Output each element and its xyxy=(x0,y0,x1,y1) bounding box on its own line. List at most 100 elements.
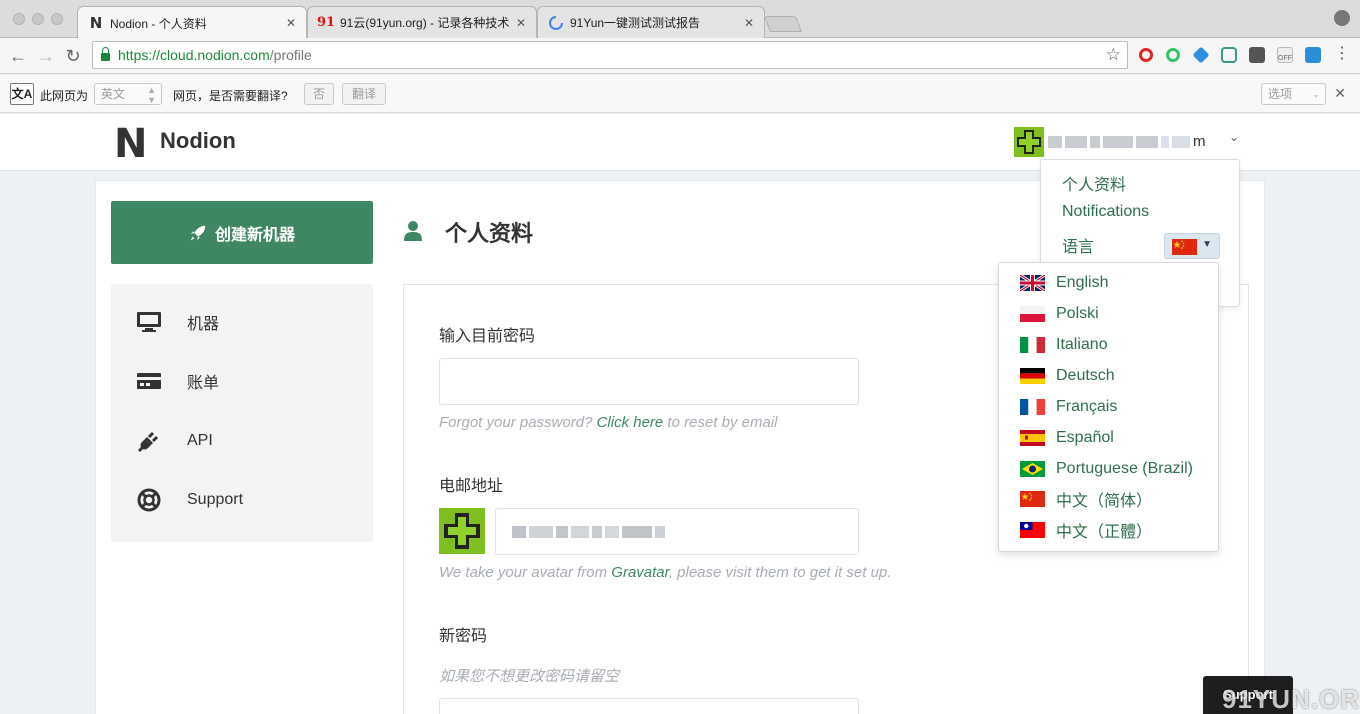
sidebar-item-support[interactable]: Support xyxy=(111,480,373,520)
language-option-portuguese-brazil[interactable]: Portuguese (Brazil) xyxy=(999,455,1220,483)
chevron-down-icon[interactable]: ⌄ xyxy=(1229,130,1239,144)
reset-password-link[interactable]: Click here xyxy=(597,414,664,431)
browser-profile-icon[interactable] xyxy=(1334,10,1350,26)
language-option-espanol[interactable]: Español xyxy=(999,424,1220,452)
source-language-value: 英文 xyxy=(101,87,126,101)
tab-91yun[interactable]: 91 91云(91yun.org) - 记录各种技术 ✕ xyxy=(307,6,537,38)
dark-extension-icon[interactable] xyxy=(1249,47,1265,63)
user-icon xyxy=(404,221,422,241)
language-toggle-button[interactable]: ▼ xyxy=(1164,233,1220,259)
user-name-redacted[interactable]: m xyxy=(1048,133,1206,150)
menu-item-notifications[interactable]: Notifications xyxy=(1062,203,1149,221)
menu-kebab-icon[interactable]: ⋮ xyxy=(1334,46,1350,63)
language-label: Español xyxy=(1056,429,1114,446)
tab-close-icon[interactable]: ✕ xyxy=(516,16,526,30)
brazil-flag-icon xyxy=(1020,461,1045,477)
sidebar-item-label: API xyxy=(187,432,213,449)
language-option-polski[interactable]: Polski xyxy=(999,300,1220,328)
tab-title: 91Yun一键测试测试报告 xyxy=(570,16,701,30)
sidebar-item-label: 机器 xyxy=(187,316,220,333)
create-machine-label: 创建新机器 xyxy=(214,226,295,244)
new-tab-button[interactable] xyxy=(764,16,802,32)
browser-toolbar: ← → ↻ https://cloud.nodion.com/profile ☆… xyxy=(0,38,1360,74)
poland-flag-icon xyxy=(1020,306,1045,322)
gravatar-suffix: , please visit them to get it set up. xyxy=(668,564,892,581)
lifebuoy-icon xyxy=(136,487,162,513)
window-close-dot[interactable] xyxy=(13,13,25,25)
tab-close-icon[interactable]: ✕ xyxy=(286,16,296,30)
language-label: 中文（正體） xyxy=(1056,524,1153,541)
language-label: English xyxy=(1056,274,1109,291)
translate-bar: 文A 此网页为 英文 ▲ ▼ 网页，是否需要翻译? 否 翻译 选项 ⌄ ✕ xyxy=(0,75,1360,113)
language-label: Polski xyxy=(1056,305,1099,322)
gravatar-help: We take your avatar from Gravatar, pleas… xyxy=(439,564,891,581)
sidebar-item-billing[interactable]: 账单 xyxy=(111,361,373,401)
language-option-deutsch[interactable]: Deutsch xyxy=(999,362,1220,390)
credit-card-icon xyxy=(136,368,162,394)
opera-extension-icon[interactable] xyxy=(1139,48,1153,62)
no-button[interactable]: 否 xyxy=(304,83,334,105)
language-option-chinese-traditional[interactable]: 中文（正體） xyxy=(999,516,1220,544)
source-language-select[interactable]: 英文 ▲ ▼ xyxy=(94,83,162,105)
url-path: /profile xyxy=(269,47,312,63)
sidebar-item-machines[interactable]: 机器 xyxy=(111,302,373,342)
menu-item-profile[interactable]: 个人资料 xyxy=(1062,171,1126,195)
nodion-logo[interactable]: N xyxy=(114,124,148,164)
france-flag-icon xyxy=(1020,399,1045,415)
chat-extension-icon[interactable] xyxy=(1221,47,1237,63)
sidebar-item-label: Support xyxy=(187,491,244,508)
watermark: 91YUN.ORG xyxy=(1222,684,1360,714)
green-circle-extension-icon[interactable] xyxy=(1166,48,1180,62)
forgot-prefix: Forgot your password? xyxy=(439,414,597,431)
address-bar[interactable]: https://cloud.nodion.com/profile ☆ xyxy=(92,41,1128,69)
language-dropdown: English Polski Italiano Deutsch Français… xyxy=(998,262,1219,552)
chevron-down-icon: ⌄ xyxy=(1312,89,1320,99)
options-select[interactable]: 选项 ⌄ xyxy=(1261,83,1326,105)
forward-arrow-icon[interactable]: → xyxy=(36,46,56,66)
tab-nodion-profile[interactable]: N Nodion - 个人资料 ✕ xyxy=(77,6,307,39)
tab-91yun-report[interactable]: 91Yun一键测试测试报告 ✕ xyxy=(537,6,765,38)
off-extension-icon[interactable]: OFF xyxy=(1277,47,1293,63)
translate-button[interactable]: 翻译 xyxy=(342,83,386,105)
current-password-input[interactable] xyxy=(439,358,859,405)
menu-item-language: 语言 xyxy=(1062,239,1095,256)
blue-diamond-extension-icon[interactable] xyxy=(1192,46,1210,64)
language-label: Italiano xyxy=(1056,336,1108,353)
tab-close-icon[interactable]: ✕ xyxy=(744,16,754,30)
translate-prefix: 此网页为 xyxy=(40,89,89,103)
email-label: 电邮地址 xyxy=(439,478,504,495)
plug-icon xyxy=(136,428,162,454)
nodion-favicon-icon: N xyxy=(89,14,103,32)
language-option-francais[interactable]: Français xyxy=(999,393,1220,421)
options-label: 选项 xyxy=(1268,87,1293,101)
lock-icon xyxy=(101,47,110,61)
language-option-italiano[interactable]: Italiano xyxy=(999,331,1220,359)
email-field-redacted[interactable] xyxy=(495,508,859,555)
reload-icon[interactable]: ↻ xyxy=(63,46,83,66)
close-icon[interactable]: ✕ xyxy=(1334,85,1346,102)
sidebar-menu: 机器 账单 API Support xyxy=(111,284,373,542)
bookmark-star-icon[interactable]: ☆ xyxy=(1106,45,1121,65)
new-password-help: 如果您不想更改密码请留空 xyxy=(439,668,620,685)
sidebar-item-api[interactable]: API xyxy=(111,421,373,461)
user-avatar[interactable] xyxy=(1014,127,1044,157)
language-label: Portuguese (Brazil) xyxy=(1056,460,1193,477)
browser-tab-bar: N Nodion - 个人资料 ✕ 91 91云(91yun.org) - 记录… xyxy=(0,0,1360,39)
gravatar-avatar xyxy=(439,508,485,554)
create-machine-button[interactable]: 创建新机器 xyxy=(111,201,373,264)
language-option-chinese-simplified[interactable]: 中文（简体） xyxy=(999,485,1220,513)
back-arrow-icon[interactable]: ← xyxy=(8,46,28,66)
current-password-label: 输入目前密码 xyxy=(439,328,536,345)
language-option-english[interactable]: English xyxy=(999,269,1220,297)
germany-flag-icon xyxy=(1020,368,1045,384)
blue-square-extension-icon[interactable] xyxy=(1305,47,1321,63)
window-minimize-dot[interactable] xyxy=(32,13,44,25)
caret-down-icon: ▼ xyxy=(1202,239,1212,250)
window-zoom-dot[interactable] xyxy=(51,13,63,25)
gravatar-link[interactable]: Gravatar xyxy=(611,564,669,581)
translate-question: 网页，是否需要翻译? xyxy=(173,89,288,103)
brand-name[interactable]: Nodion xyxy=(160,128,236,154)
language-label: Deutsch xyxy=(1056,367,1115,384)
new-password-input[interactable] xyxy=(439,698,859,714)
italy-flag-icon xyxy=(1020,337,1045,353)
